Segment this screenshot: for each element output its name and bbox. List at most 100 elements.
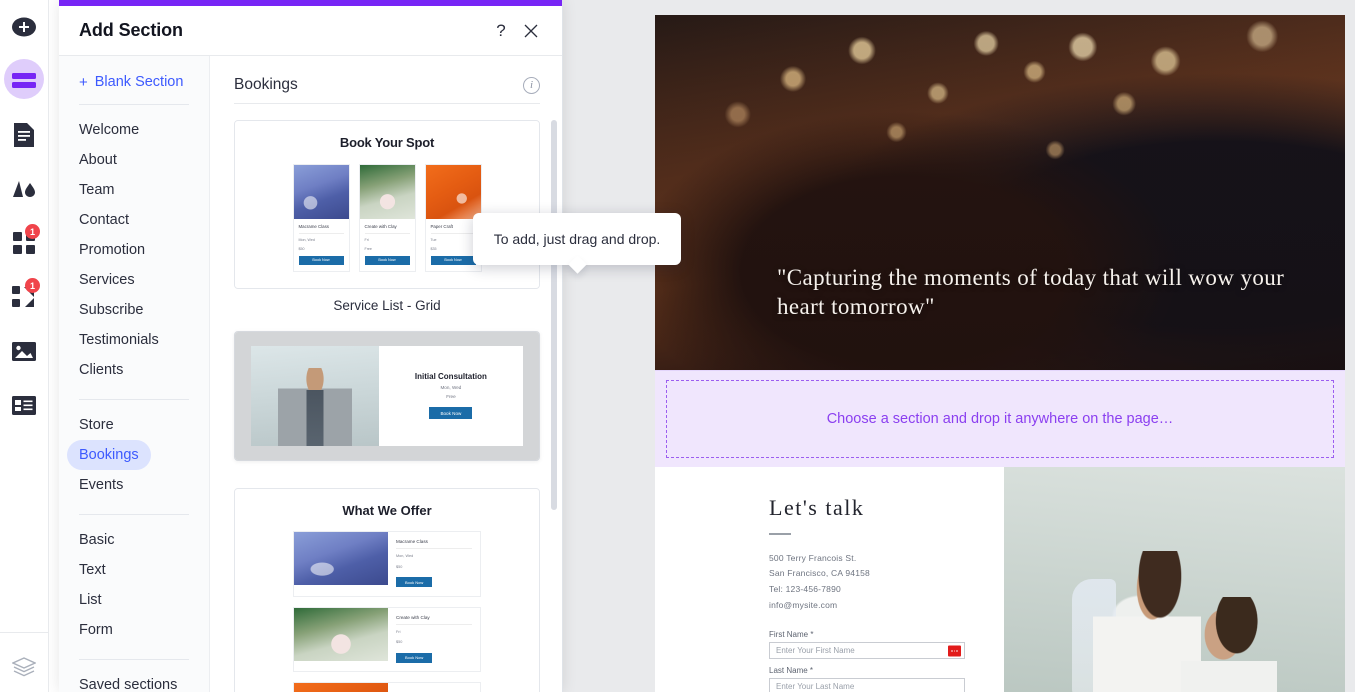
contact-rule xyxy=(769,533,791,535)
panel-header: Add Section ? xyxy=(59,6,562,56)
service-meta-days: Fri xyxy=(364,237,369,242)
offer-body: Create with Clay Fri $50 Book Now xyxy=(388,608,480,672)
sidebar-item-bookings-wrap: Bookings xyxy=(67,440,189,470)
offer-days: Mon, Wed xyxy=(396,553,414,558)
consultation-details: Initial Consultation Mon, Wed Free Book … xyxy=(379,346,523,446)
sidebar-item-welcome[interactable]: Welcome xyxy=(79,115,189,145)
editor-canvas: "Capturing the moments of today that wil… xyxy=(563,0,1355,692)
design-icon-button[interactable] xyxy=(0,162,48,216)
consultation-title: Initial Consultation xyxy=(414,372,487,382)
apps-badge: 1 xyxy=(25,224,40,239)
panel-body: + Blank Section Welcome About Team Conta… xyxy=(59,56,562,692)
sidebar-item-basic[interactable]: Basic xyxy=(79,525,189,555)
first-name-field[interactable]: Enter Your First Name xyxy=(769,642,965,660)
hero-quote: "Capturing the moments of today that wil… xyxy=(777,265,1285,320)
sections-icon-button[interactable] xyxy=(0,54,48,108)
section-gallery-inner: Bookings i Book Your Spot Macrame Class … xyxy=(210,56,562,692)
contact-section[interactable]: Let's talk 500 Terry Francois St. San Fr… xyxy=(655,467,1345,692)
add-icon-button[interactable] xyxy=(0,0,48,54)
preview-service-single: Initial Consultation Mon, Wed Free Book … xyxy=(235,331,539,460)
add-icon xyxy=(12,17,36,37)
media-icon-button[interactable] xyxy=(0,324,48,378)
section-card-what-we-offer[interactable]: What We Offer Macrame Class Mon, Wed $50… xyxy=(234,487,540,692)
offer-image xyxy=(294,531,388,585)
blank-section-button[interactable]: + Blank Section xyxy=(79,72,189,90)
category-header: Bookings i xyxy=(234,56,540,104)
sidebar-item-events[interactable]: Events xyxy=(79,470,189,500)
close-button[interactable] xyxy=(516,16,546,46)
add-apps-icon-button[interactable]: 1 xyxy=(0,270,48,324)
info-icon[interactable]: i xyxy=(523,76,540,94)
consultant-image xyxy=(251,345,379,446)
dropzone-text: Choose a section and drop it anywhere on… xyxy=(826,411,1174,427)
contact-email: info@mysite.com xyxy=(769,599,838,610)
sidebar-item-text[interactable]: Text xyxy=(79,555,189,585)
offer-image xyxy=(294,607,388,661)
section-dropzone[interactable]: Choose a section and drop it anywhere on… xyxy=(655,370,1345,467)
service-image xyxy=(359,165,415,219)
contact-info: Let's talk 500 Terry Francois St. San Fr… xyxy=(655,467,1004,692)
sidebar-item-store[interactable]: Store xyxy=(79,410,189,440)
blank-section-label: Blank Section xyxy=(94,74,184,90)
service-meta-days: Mon, Wed xyxy=(298,237,315,242)
sidebar-item-testimonials[interactable]: Testimonials xyxy=(79,325,189,355)
offer-days: Fri xyxy=(396,629,401,634)
preview-heading: Book Your Spot xyxy=(339,135,435,150)
section-gallery: Bookings i Book Your Spot Macrame Class … xyxy=(210,56,562,692)
sidebar-item-services[interactable]: Services xyxy=(79,265,189,295)
panel-scrollbar-thumb[interactable] xyxy=(551,120,557,510)
offer-row: Macrame Class Mon, Wed $50 Book Now xyxy=(293,530,481,597)
sidebar-item-promotion[interactable]: Promotion xyxy=(79,235,189,265)
menu-divider-4 xyxy=(79,659,189,660)
consultation-book-button: Book Now xyxy=(429,407,473,420)
media-icon xyxy=(12,341,36,361)
pages-icon xyxy=(14,123,34,147)
service-image xyxy=(425,165,481,219)
sidebar-item-saved-sections[interactable]: Saved sections xyxy=(79,670,189,692)
consultant-figure xyxy=(277,367,352,446)
sidebar-item-contact[interactable]: Contact xyxy=(79,205,189,235)
offer-heading: What We Offer xyxy=(342,502,432,518)
last-name-label: Last Name * xyxy=(769,666,814,676)
sidebar-item-clients[interactable]: Clients xyxy=(79,355,189,385)
add-apps-badge: 1 xyxy=(25,278,40,293)
contact-address-line1: 500 Terry Francois St. xyxy=(769,552,857,563)
hero-section[interactable]: "Capturing the moments of today that wil… xyxy=(655,15,1345,370)
service-book-button: Book Now xyxy=(298,255,344,265)
sidebar-item-subscribe[interactable]: Subscribe xyxy=(79,295,189,325)
preview-service-card: Create with Clay Fri Free Book Now xyxy=(358,164,416,272)
site-preview: "Capturing the moments of today that wil… xyxy=(655,15,1345,692)
sidebar-item-about[interactable]: About xyxy=(79,145,189,175)
sidebar-item-bookings[interactable]: Bookings xyxy=(67,440,151,470)
tooltip-text: To add, just drag and drop. xyxy=(493,231,661,247)
layers-icon-button[interactable] xyxy=(0,632,48,692)
service-title: Create with Clay xyxy=(364,224,410,234)
pages-icon-button[interactable] xyxy=(0,108,48,162)
service-title: Macrame Class xyxy=(298,224,344,234)
field-warning-icon[interactable] xyxy=(948,645,961,657)
offer-book-button: Book Now xyxy=(396,577,433,588)
apps-icon-button[interactable]: 1 xyxy=(0,216,48,270)
last-name-field[interactable]: Enter Your Last Name xyxy=(769,678,965,692)
groom-figure xyxy=(1181,597,1278,692)
service-title: Paper Craft xyxy=(430,224,476,234)
contact-phone: Tel: 123-456-7890 xyxy=(769,583,841,594)
content-manager-icon-button[interactable] xyxy=(0,378,48,432)
consultation-price: Free xyxy=(446,394,456,400)
drag-drop-tooltip: To add, just drag and drop. xyxy=(473,213,681,265)
menu-divider xyxy=(79,104,189,105)
service-card-body: Create with Clay Fri Free Book Now xyxy=(360,219,415,271)
service-meta-days: Tue xyxy=(430,237,437,242)
help-button[interactable]: ? xyxy=(486,16,516,46)
last-name-placeholder: Enter Your Last Name xyxy=(776,682,855,692)
sidebar-item-form[interactable]: Form xyxy=(79,615,189,645)
section-label-service-single xyxy=(234,461,540,488)
section-card-service-single[interactable]: Initial Consultation Mon, Wed Free Book … xyxy=(234,330,540,461)
service-meta-price: $50 xyxy=(298,246,305,251)
section-label-service-list-grid: Service List - Grid xyxy=(333,297,441,313)
couple-photo xyxy=(1004,467,1345,692)
sidebar-item-team[interactable]: Team xyxy=(79,175,189,205)
preview-service-single-inner: Initial Consultation Mon, Wed Free Book … xyxy=(251,345,523,446)
offer-body xyxy=(388,683,480,692)
sidebar-item-list[interactable]: List xyxy=(79,585,189,615)
